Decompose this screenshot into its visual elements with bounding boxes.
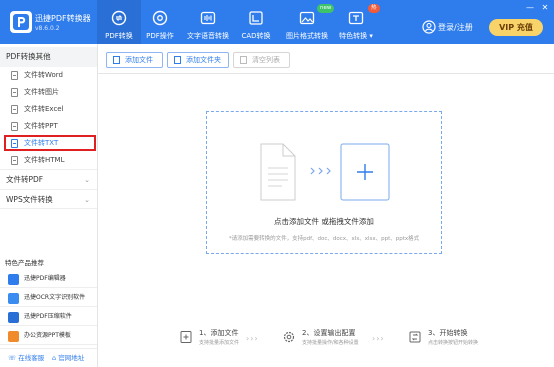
file-icon xyxy=(11,105,18,114)
highlight-frame xyxy=(4,135,96,151)
sidebar-group-to-pdf[interactable]: 文件转PDF ⌄ xyxy=(0,169,97,189)
tab-label: 文字语音转换 xyxy=(187,32,229,40)
step-title: 3、开始转换 xyxy=(428,329,468,337)
chevron-down-icon: ⌄ xyxy=(84,176,90,184)
tab-image-convert[interactable]: 图片格式转换 new xyxy=(283,0,335,44)
login-label: 登录/注册 xyxy=(438,23,473,32)
chevron-down-icon: ⌄ xyxy=(84,196,90,204)
sidebar-item-label: 文件转PPT xyxy=(24,122,58,130)
step-arrow-icon: ››› xyxy=(246,334,259,343)
special-icon xyxy=(348,11,364,25)
convert-icon xyxy=(111,10,127,26)
toolbar: 添加文件 添加文件夹 清空列表 xyxy=(98,44,554,74)
minimize-button[interactable]: — xyxy=(525,3,535,12)
sidebar-item-label: 文件转图片 xyxy=(24,88,59,96)
add-file-icon xyxy=(113,56,120,64)
app-header: 迅捷PDF转换器 v8.6.0.2 PDF转换 PDF操作 文字语音转换 CAD… xyxy=(0,0,554,44)
sidebar-item-to-word[interactable]: 文件转Word xyxy=(0,67,97,84)
button-label: 添加文件 xyxy=(125,56,153,64)
tab-pdf-operate[interactable]: PDF操作 xyxy=(141,0,179,44)
product-label: 办公资源PPT模板 xyxy=(24,332,71,339)
drop-illustration-icon xyxy=(260,143,390,201)
vip-recharge-button[interactable]: VIP 充值 xyxy=(489,19,543,36)
compress-icon xyxy=(8,312,19,323)
product-ppt-templates[interactable]: 办公资源PPT模板 xyxy=(0,327,97,345)
pdf-editor-icon xyxy=(8,274,19,285)
tab-text-speech[interactable]: 文字语音转换 xyxy=(182,0,234,44)
step-desc: 点击转换按钮开始转换 xyxy=(428,340,479,346)
sidebar-group-wps[interactable]: WPS文件转换 ⌄ xyxy=(0,189,97,209)
tab-special-convert[interactable]: 特色转换 ▾ 热 xyxy=(336,0,380,44)
start-convert-icon xyxy=(409,331,421,343)
file-icon xyxy=(11,122,18,131)
sidebar-item-to-excel[interactable]: 文件转Excel xyxy=(0,101,97,118)
sidebar-group-label: PDF转换其他 xyxy=(6,52,51,61)
sidebar-group-label: 文件转PDF xyxy=(6,175,44,184)
close-button[interactable]: ✕ xyxy=(540,3,550,12)
tab-label: 图片格式转换 xyxy=(286,32,328,40)
sidebar-item-label: 文件转Excel xyxy=(24,105,64,113)
app-name: 迅捷PDF转换器 xyxy=(35,14,91,23)
sidebar-group-pdf-other[interactable]: PDF转换其他 xyxy=(0,47,97,67)
step-title: 1、添加文件 xyxy=(199,329,239,337)
step-desc: 支持批量操作/和各种设置 xyxy=(302,340,359,346)
ppt-template-icon xyxy=(8,331,19,342)
gear-icon xyxy=(283,331,295,343)
file-drop-zone[interactable]: 点击添加文件 或拖拽文件添加 *请添加需要转换的文件，支持pdf、doc、doc… xyxy=(206,111,442,254)
sidebar: PDF转换其他 文件转Word 文件转图片 文件转Excel 文件转PPT 文件… xyxy=(0,44,98,367)
tab-cad-convert[interactable]: CAD转换 xyxy=(238,0,274,44)
file-icon xyxy=(11,156,18,165)
add-folder-button[interactable]: 添加文件夹 xyxy=(167,52,229,68)
product-pdf-editor[interactable]: 迅捷PDF编辑器 xyxy=(0,270,97,288)
tab-label: PDF操作 xyxy=(146,32,174,40)
official-site-link[interactable]: ⌂ 官网地址 xyxy=(52,349,84,367)
new-badge: new xyxy=(317,4,335,13)
file-icon xyxy=(11,71,18,80)
button-label: 清空列表 xyxy=(252,56,280,64)
step-title: 2、设置输出配置 xyxy=(302,329,356,337)
add-folder-icon xyxy=(174,56,181,64)
trash-icon xyxy=(240,56,247,64)
sidebar-footer: ☏ 在线客服 ⌂ 官网地址 xyxy=(0,348,97,367)
hot-badge: 热 xyxy=(368,4,380,13)
app-logo-icon xyxy=(10,11,32,33)
sidebar-item-to-ppt[interactable]: 文件转PPT xyxy=(0,118,97,135)
clear-list-button[interactable]: 清空列表 xyxy=(233,52,290,68)
products-title: 特色产品推荐 xyxy=(5,259,44,267)
steps-bar: 1、添加文件 支持批量添加文件 ››› 2、设置输出配置 支持批量操作/和各种设… xyxy=(98,326,554,350)
add-file-button[interactable]: 添加文件 xyxy=(106,52,163,68)
service-label: 在线客服 xyxy=(18,354,45,362)
audio-wave-icon xyxy=(200,11,216,25)
sidebar-item-label: 文件转HTML xyxy=(24,156,65,164)
tab-pdf-convert[interactable]: PDF转换 xyxy=(97,0,141,44)
image-icon xyxy=(299,11,315,25)
step-desc: 支持批量添加文件 xyxy=(199,340,240,346)
user-icon xyxy=(422,20,436,34)
product-pdf-compress[interactable]: 迅捷PDF压缩软件 xyxy=(0,308,97,326)
sidebar-group-label: WPS文件转换 xyxy=(6,195,53,204)
drop-hint-text: *请添加需要转换的文件，支持pdf、doc、docx、xls、xlsx、ppt、… xyxy=(228,236,420,242)
pdf-operate-icon xyxy=(152,10,168,26)
tab-label: PDF转换 xyxy=(105,32,133,40)
button-label: 添加文件夹 xyxy=(186,56,221,64)
website-label: 官网地址 xyxy=(58,354,85,362)
product-label: 迅捷PDF压缩软件 xyxy=(24,313,72,320)
online-service-link[interactable]: ☏ 在线客服 xyxy=(8,349,44,367)
product-label: 迅捷OCR文字识别软件 xyxy=(24,294,86,301)
drop-main-text: 点击添加文件 或拖拽文件添加 xyxy=(274,217,374,226)
file-icon xyxy=(11,88,18,97)
app-version: v8.6.0.2 xyxy=(35,25,60,32)
product-label: 迅捷PDF编辑器 xyxy=(24,275,66,282)
sidebar-item-to-image[interactable]: 文件转图片 xyxy=(0,84,97,101)
tab-label: 特色转换 ▾ xyxy=(339,32,373,40)
sidebar-item-to-html[interactable]: 文件转HTML xyxy=(0,152,97,169)
step-arrow-icon: ››› xyxy=(372,334,385,343)
sidebar-item-label: 文件转Word xyxy=(24,71,63,79)
cad-icon xyxy=(249,11,263,25)
product-ocr[interactable]: 迅捷OCR文字识别软件 xyxy=(0,289,97,307)
tab-label: CAD转换 xyxy=(241,32,271,40)
add-file-step-icon xyxy=(180,331,192,343)
ocr-icon xyxy=(8,293,19,304)
